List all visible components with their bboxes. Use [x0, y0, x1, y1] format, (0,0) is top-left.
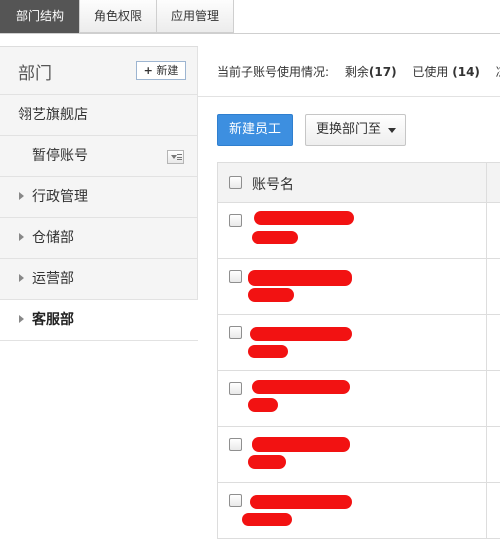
table-row: [218, 259, 500, 315]
redaction-mark: [252, 231, 298, 244]
redaction-mark: [252, 437, 350, 452]
redaction-mark: [248, 270, 352, 286]
redaction-mark: [254, 211, 354, 225]
tree-item-label: 客服部: [32, 312, 74, 328]
dropdown-menu-icon[interactable]: [167, 150, 184, 164]
row-checkbox[interactable]: [229, 326, 242, 339]
table-row: [218, 371, 500, 427]
tab-role-permissions[interactable]: 角色权限: [79, 0, 157, 33]
tree-item-store[interactable]: 翎艺旗舰店: [0, 95, 198, 136]
redaction-mark: [250, 327, 352, 341]
table-row: [218, 483, 500, 539]
caret-down-icon: [388, 128, 396, 133]
expand-arrow-icon[interactable]: [19, 315, 24, 323]
tree-item-operations[interactable]: 运营部: [0, 259, 198, 300]
top-tab-bar: 部门结构 角色权限 应用管理: [0, 0, 500, 34]
redaction-mark: [250, 495, 352, 509]
new-department-button[interactable]: + 新建: [136, 61, 186, 80]
frozen-label: 冻: [496, 65, 500, 79]
table-row: [218, 315, 500, 371]
account-table: 账号名: [217, 162, 500, 539]
table-row: [218, 427, 500, 483]
app-root: 部门结构 角色权限 应用管理 部门 + 新建 翎艺旗舰店 暂停账号 行政管理 仓…: [0, 0, 500, 542]
plus-icon: +: [143, 64, 153, 77]
tree-item-customer-service[interactable]: 客服部: [0, 300, 198, 341]
tree-item-label: 仓储部: [32, 230, 74, 246]
column-header-account-name[interactable]: 账号名: [252, 174, 294, 194]
tree-item-suspended-accounts[interactable]: 暂停账号: [0, 136, 198, 177]
tree-item-label: 翎艺旗舰店: [18, 107, 88, 123]
change-department-dropdown[interactable]: 更换部门至: [305, 114, 406, 146]
expand-arrow-icon[interactable]: [19, 274, 24, 282]
row-checkbox[interactable]: [229, 494, 242, 507]
expand-arrow-icon[interactable]: [19, 233, 24, 241]
sidebar-title: 部门: [18, 64, 52, 84]
select-all-checkbox[interactable]: [229, 176, 242, 189]
row-checkbox[interactable]: [229, 270, 242, 283]
remaining-label: 剩余: [344, 65, 369, 79]
table-row: [218, 203, 500, 259]
tree-item-warehouse[interactable]: 仓储部: [0, 218, 198, 259]
redaction-mark: [248, 455, 286, 469]
tree-item-label: 暂停账号: [32, 148, 88, 164]
account-usage-summary: 当前子账号使用情况: 剩余(17) 已使用 (14) 冻: [217, 63, 500, 80]
main-panel: 当前子账号使用情况: 剩余(17) 已使用 (14) 冻 新建员工 更换部门至 …: [198, 46, 500, 542]
redaction-mark: [248, 288, 294, 302]
redaction-mark: [252, 380, 350, 394]
row-checkbox[interactable]: [229, 382, 242, 395]
divider: [198, 96, 500, 97]
tree-item-admin[interactable]: 行政管理: [0, 177, 198, 218]
used-count: (14): [452, 65, 480, 79]
redaction-mark: [248, 345, 288, 358]
tree-item-label: 行政管理: [32, 189, 88, 205]
department-sidebar: 部门 + 新建 翎艺旗舰店 暂停账号 行政管理 仓储部 运营部 客服部: [0, 46, 198, 542]
new-department-label: 新建: [156, 64, 179, 77]
remaining-count: (17): [368, 65, 397, 79]
row-checkbox[interactable]: [229, 438, 242, 451]
change-department-label: 更换部门至: [316, 122, 382, 137]
new-employee-button[interactable]: 新建员工: [217, 114, 293, 146]
tab-department-structure[interactable]: 部门结构: [0, 0, 80, 33]
redaction-mark: [248, 398, 278, 412]
redaction-mark: [242, 513, 292, 526]
tree-item-label: 运营部: [32, 271, 74, 287]
usage-label: 当前子账号使用情况:: [217, 65, 330, 79]
table-header: 账号名: [218, 163, 500, 203]
sidebar-header: 部门 + 新建: [0, 47, 198, 95]
tab-app-management[interactable]: 应用管理: [156, 0, 234, 33]
used-label: 已使用: [412, 65, 449, 79]
row-checkbox[interactable]: [229, 214, 242, 227]
expand-arrow-icon[interactable]: [19, 192, 24, 200]
